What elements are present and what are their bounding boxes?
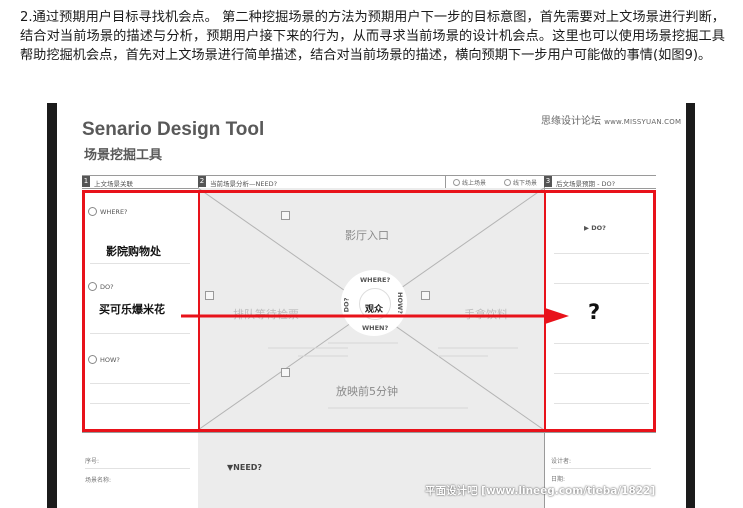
radio-circle — [504, 179, 511, 186]
column-number-2: 2 — [198, 176, 206, 187]
tool-title-cn: 场景挖掘工具 — [84, 148, 163, 163]
column-number-3: 3 — [544, 176, 552, 187]
writing-line — [85, 468, 190, 469]
column-header-1: 上文场景关联 — [94, 180, 133, 188]
footer-rule — [82, 432, 656, 433]
header-rule-top — [82, 175, 656, 176]
scene-name-label: 场景名称: — [85, 477, 112, 484]
need-label: ▼NEED? — [227, 463, 263, 472]
highlight-divider-left — [198, 190, 200, 432]
scenario-tool-sheet: Senario Design Tool 场景挖掘工具 思缘设计论坛 www.MI… — [57, 103, 686, 508]
article-paragraph: 2.通过预期用户目标寻找机会点。 第二种挖掘场景的方法为预期用户下一步的目标意图… — [20, 10, 725, 63]
serial-label: 序号: — [85, 458, 100, 465]
date-label: 日期: — [551, 476, 566, 483]
brand-name: 思缘设计论坛 — [541, 116, 601, 127]
radio-online-label: 线上场景 — [462, 180, 487, 187]
column-header-2: 当前场景分析—NEED? — [210, 180, 278, 188]
column-header-3: 后文场景预期 - DO? — [556, 180, 616, 188]
highlight-divider-right — [544, 190, 546, 432]
radio-circle — [453, 179, 460, 186]
brand-url: www.MISSYUAN.COM — [604, 118, 682, 126]
figure-9: Senario Design Tool 场景挖掘工具 思缘设计论坛 www.MI… — [47, 103, 695, 508]
site-watermark: 平面设计吧 [www.lineeg.com/tieba/1822] — [425, 485, 656, 497]
brand-credit: 思缘设计论坛 www.MISSYUAN.COM — [541, 112, 681, 127]
column-number-1: 1 — [82, 176, 90, 187]
designer-label: 设计者: — [551, 458, 572, 465]
writing-line — [551, 468, 651, 469]
radio-offline: 线下场景 — [504, 178, 537, 187]
highlight-frame — [82, 190, 656, 432]
radio-offline-label: 线下场景 — [513, 180, 538, 187]
radio-online: 线上场景 — [453, 178, 486, 187]
tool-title-en: Senario Design Tool — [82, 119, 265, 140]
col-divider-header — [445, 175, 446, 188]
